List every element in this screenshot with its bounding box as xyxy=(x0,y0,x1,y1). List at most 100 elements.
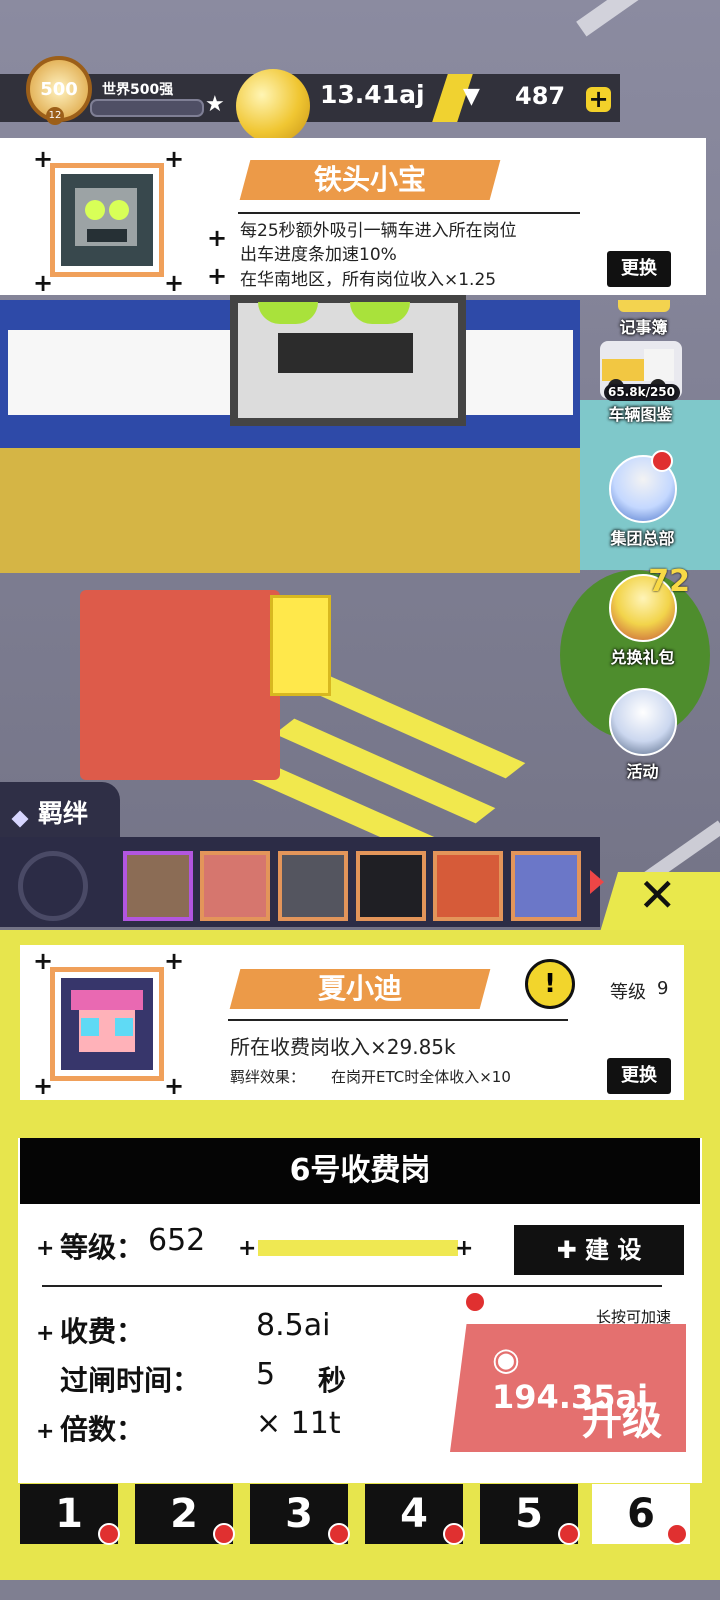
activity-label: 活动 xyxy=(626,762,659,781)
keeper-swap-button[interactable]: 更换 xyxy=(607,1058,671,1094)
keeper-card: + + + + 夏小迪 ! 等级 9 所在收费岗收入×29.85k 羁绊效果： … xyxy=(20,945,684,1100)
vehicle-count-badge: 65.8k/250 xyxy=(603,384,680,401)
bond-avatar-5[interactable] xyxy=(433,851,503,921)
level-value: 652 xyxy=(148,1223,206,1258)
name-underline xyxy=(238,212,580,214)
corner-plus-icon: + xyxy=(164,1072,185,1100)
gate-time-unit: 秒 xyxy=(318,1364,347,1397)
tab-notification-dot xyxy=(666,1523,688,1545)
vehicle-guide-label: 车辆图鉴 xyxy=(608,405,673,424)
gift-badge: 72 xyxy=(648,564,690,599)
bond-avatar-4[interactable] xyxy=(356,851,426,921)
toll-building-front xyxy=(0,440,580,573)
notebook-label: 记事簿 xyxy=(619,318,668,337)
tab-notification-dot xyxy=(98,1523,120,1545)
rank-progress-bar xyxy=(90,99,204,117)
gift-exchange-button[interactable]: 72 兑换礼包 xyxy=(595,564,690,668)
robot-mouth xyxy=(278,333,413,373)
tab-notification-dot xyxy=(213,1523,235,1545)
robot-avatar xyxy=(61,174,153,266)
corner-plus-icon: + xyxy=(164,947,185,975)
keeper-effect: 所在收费岗收入×29.85k xyxy=(230,1035,456,1059)
bond-avatar-6[interactable] xyxy=(511,851,581,921)
effect-plus-icon: + xyxy=(207,262,228,290)
keeper-name-underline xyxy=(228,1019,568,1021)
gift-exchange-label: 兑换礼包 xyxy=(610,648,675,667)
resource-bar: 500 12 世界500强 ★ 13.41aj ▼ 487 + xyxy=(0,56,720,143)
bond-emblem-icon xyxy=(18,851,88,921)
vehicle-guide-button[interactable]: 65.8k/250 车辆图鉴 xyxy=(593,341,688,425)
gate-time-value: 5 xyxy=(256,1357,276,1392)
close-icon[interactable]: ✕ xyxy=(638,870,677,920)
gate-time-label: 过闸时间： xyxy=(60,1364,201,1397)
etc-kiosk xyxy=(270,595,331,696)
tab-notification-dot xyxy=(558,1523,580,1545)
fee-value: 8.5ai xyxy=(256,1308,331,1343)
plus-icon: + xyxy=(238,1236,257,1261)
level-progress-bar xyxy=(258,1240,458,1256)
upgrade-button[interactable]: ◉ 194.35ai 升级 xyxy=(450,1324,686,1452)
coin-icon xyxy=(236,69,310,143)
keeper-level-label: 等级 xyxy=(610,982,646,1003)
tab-notification-dot xyxy=(328,1523,350,1545)
manager-card: + + + + 铁头小宝 + + 每25秒额外吸引一辆车进入所在岗位 出车进度条… xyxy=(0,138,706,295)
corner-plus-icon: + xyxy=(164,145,185,173)
manager-effect-2: 出车进度条加速10% xyxy=(240,245,397,265)
keeper-name: 夏小迪 xyxy=(229,969,491,1009)
bond-avatar-3[interactable] xyxy=(278,851,348,921)
build-button[interactable]: ✚ 建 设 xyxy=(514,1225,684,1275)
bond-effect-value: 在岗开ETC时全体收入×10 xyxy=(331,1068,511,1086)
manager-name: 铁头小宝 xyxy=(239,160,501,200)
keeper-level: 9 xyxy=(657,978,669,999)
fee-label: 收费： xyxy=(60,1315,145,1348)
stats-divider xyxy=(42,1285,662,1287)
bond-avatar-2[interactable] xyxy=(200,851,270,921)
add-gems-button[interactable]: + xyxy=(586,87,611,112)
upgrade-notification-dot xyxy=(464,1291,486,1313)
multiplier-label: 倍数： xyxy=(60,1413,145,1446)
manager-swap-button[interactable]: 更换 xyxy=(607,251,671,287)
hold-to-accelerate-hint: 长按可加速 xyxy=(596,1308,672,1326)
manager-portrait[interactable] xyxy=(50,163,164,277)
multiplier-value: × 11t xyxy=(256,1406,341,1441)
upgrade-label: 升级 xyxy=(582,1398,662,1444)
bond-panel: 羁绊 ✕ xyxy=(0,782,720,932)
keeper-avatar xyxy=(61,978,153,1070)
bond-avatar-1[interactable] xyxy=(123,851,193,921)
star-icon: ★ xyxy=(205,92,225,117)
plus-icon: + xyxy=(36,1236,55,1261)
warning-icon[interactable]: ! xyxy=(525,959,575,1009)
plus-icon: + xyxy=(36,1419,55,1444)
gem-value: 487 xyxy=(515,82,566,110)
manager-effect-3: 在华南地区，所有岗位收入×1.25 xyxy=(240,270,497,290)
truck-icon: 65.8k/250 xyxy=(599,341,682,401)
scroll-right-icon[interactable] xyxy=(590,870,604,894)
level-label: 等级： xyxy=(60,1231,145,1264)
notification-dot xyxy=(651,450,673,472)
activity-button[interactable]: 活动 xyxy=(595,688,690,782)
group-hq-button[interactable]: 集团总部 xyxy=(595,450,690,549)
plus-icon: + xyxy=(455,1236,474,1261)
manager-effect-1: 每25秒额外吸引一辆车进入所在岗位 xyxy=(240,221,517,241)
rank-label: 世界500强 xyxy=(102,82,174,98)
tab-notification-dot xyxy=(443,1523,465,1545)
plus-icon: + xyxy=(36,1321,55,1346)
coin-value: 13.41aj xyxy=(320,80,425,109)
medal-sub-badge: 12 xyxy=(46,107,64,125)
activity-icon xyxy=(608,688,677,756)
corner-plus-icon: + xyxy=(164,269,185,297)
medal-value: 500 xyxy=(40,78,78,100)
bond-tab-label: 羁绊 xyxy=(38,799,89,828)
station-title: 6号收费岗 xyxy=(20,1138,700,1204)
notebook-button[interactable]: 记事簿 xyxy=(596,300,691,338)
road-marking xyxy=(576,0,644,37)
keeper-portrait[interactable] xyxy=(50,967,164,1081)
diamond-icon: ▼ xyxy=(463,84,480,109)
road-chevron xyxy=(304,673,526,779)
build-label: 建 设 xyxy=(585,1236,642,1264)
notebook-icon xyxy=(617,300,670,312)
effect-plus-icon: + xyxy=(207,224,228,252)
toll-booth[interactable] xyxy=(80,590,280,780)
bond-effect-label: 羁绊效果： xyxy=(230,1068,306,1086)
group-hq-label: 集团总部 xyxy=(610,529,675,548)
